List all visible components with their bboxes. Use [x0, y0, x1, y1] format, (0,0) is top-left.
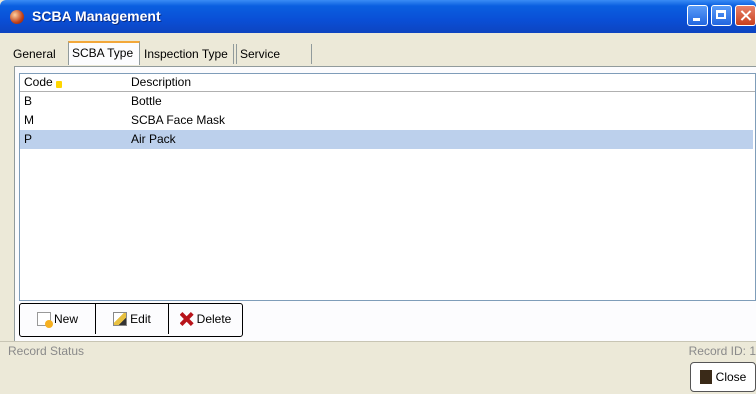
window-title: SCBA Management — [32, 8, 161, 24]
new-label: New — [53, 312, 78, 326]
cell-code: M — [24, 113, 34, 127]
table-row[interactable]: M SCBA Face Mask — [20, 111, 753, 130]
new-icon — [36, 312, 53, 328]
tab-panel: Code Description B Bottle M SCBA Face Ma… — [14, 66, 756, 342]
close-window-button[interactable] — [735, 5, 756, 26]
edit-label: Edit — [130, 312, 151, 326]
cell-code: B — [24, 94, 33, 108]
cell-description: Air Pack — [131, 132, 176, 146]
tab-service-type[interactable]: Service Type — [236, 44, 312, 81]
record-status-text: Record Status — [8, 344, 85, 358]
sort-icon — [56, 81, 62, 88]
cell-description: SCBA Face Mask — [131, 113, 226, 127]
table-row-selected[interactable]: P Air Pack — [20, 130, 753, 149]
column-header-description[interactable]: Description — [131, 75, 191, 89]
tab-scba-type[interactable]: SCBA Type — [68, 41, 140, 65]
new-button[interactable]: New — [20, 304, 96, 334]
action-toolbar: New Edit Delete — [19, 303, 243, 337]
edit-icon — [113, 312, 128, 326]
footer-bar: Close — [0, 360, 756, 394]
cell-description: Bottle — [131, 94, 162, 108]
minimize-button[interactable] — [687, 5, 708, 26]
table-row[interactable]: B Bottle — [20, 92, 753, 111]
tab-general[interactable]: General — [10, 44, 66, 64]
maximize-button[interactable] — [711, 5, 732, 26]
title-bar: SCBA Management — [0, 0, 756, 33]
tab-inspection-type[interactable]: Inspection Type — [141, 44, 234, 64]
edit-button[interactable]: Edit — [96, 304, 169, 334]
column-header-code[interactable]: Code — [24, 75, 53, 89]
delete-icon — [179, 312, 194, 326]
data-grid[interactable]: Code Description B Bottle M SCBA Face Ma… — [19, 73, 756, 301]
record-id-text: Record ID: 1 — [688, 344, 756, 358]
close-label: Close — [715, 370, 747, 384]
close-button[interactable]: Close — [690, 362, 756, 392]
door-icon — [699, 370, 712, 384]
status-bar: Record Status Record ID: 1 — [0, 341, 756, 361]
app-icon — [10, 10, 24, 24]
grid-header: Code Description — [20, 74, 755, 92]
delete-label: Delete — [196, 312, 232, 326]
cell-code: P — [24, 132, 33, 146]
delete-button[interactable]: Delete — [169, 304, 242, 334]
